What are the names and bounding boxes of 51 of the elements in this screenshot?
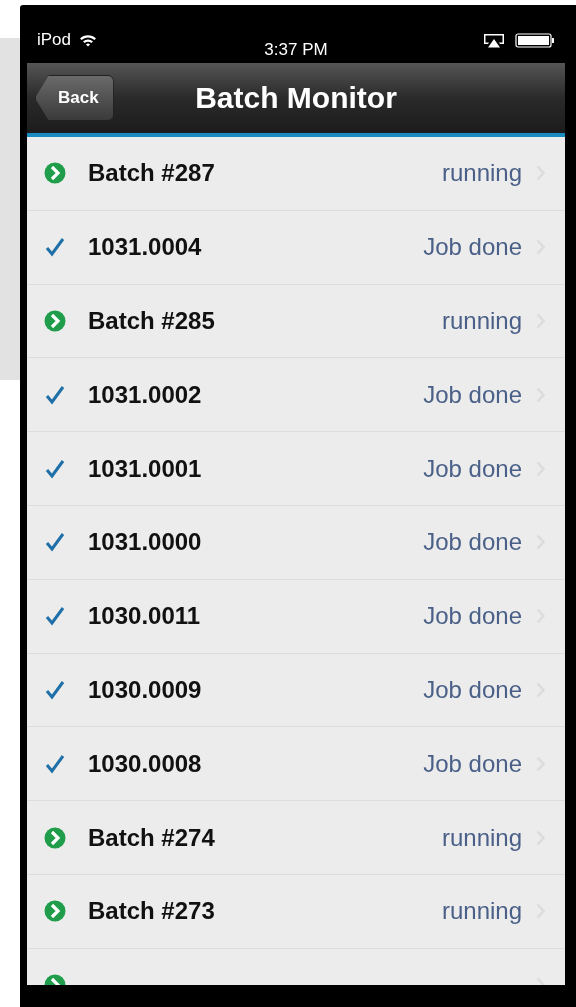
battery-icon bbox=[515, 32, 555, 48]
airplay-icon bbox=[483, 32, 505, 48]
batch-name: 1031.0000 bbox=[88, 528, 203, 557]
play-icon bbox=[44, 900, 66, 923]
status-label: running bbox=[441, 897, 522, 926]
status-label: Job done bbox=[423, 675, 522, 704]
batch-name: Batch #274 bbox=[88, 823, 216, 852]
batch-row[interactable]: 1031.0000 Job done bbox=[27, 506, 565, 580]
batch-row[interactable]: Batch #285 running bbox=[27, 284, 565, 359]
batch-row[interactable]: Batch #273 running bbox=[27, 874, 565, 949]
batch-name: 1030.0011 bbox=[88, 602, 202, 631]
batch-name: Batch #285 bbox=[88, 307, 216, 335]
batch-row[interactable]: 1031.0001 Job done bbox=[27, 432, 565, 506]
checkmark-icon bbox=[44, 752, 66, 775]
status-label: Job done bbox=[423, 454, 522, 483]
play-icon bbox=[44, 162, 66, 185]
checkmark-icon bbox=[44, 678, 66, 701]
status-label: Job done bbox=[423, 380, 522, 409]
batch-name: 1031.0002 bbox=[88, 380, 203, 409]
status-label: running bbox=[441, 823, 522, 852]
checkmark-icon bbox=[44, 383, 66, 406]
status-label: running bbox=[441, 307, 522, 335]
batch-row[interactable]: 1030.0011 Job done bbox=[27, 579, 565, 654]
batch-row[interactable]: 1031.0004 Job done bbox=[27, 210, 565, 285]
clock-label: 3:37 PM bbox=[263, 40, 329, 60]
batch-name: Batch #287 bbox=[88, 159, 216, 188]
batch-row[interactable]: Batch #274 running bbox=[27, 801, 565, 875]
status-label: Job done bbox=[423, 528, 522, 557]
batch-name: 1030.0009 bbox=[88, 675, 203, 704]
batch-name: 1030.0008 bbox=[88, 749, 203, 778]
batch-row[interactable]: 1030.0009 Job done bbox=[27, 653, 565, 728]
screen-title: Batch Monitor bbox=[194, 81, 398, 115]
batch-name: 1031.0001 bbox=[88, 454, 203, 483]
back-button[interactable]: Back bbox=[35, 75, 114, 121]
status-label: running bbox=[441, 159, 522, 188]
batch-name: Batch #273 bbox=[88, 897, 216, 926]
play-icon bbox=[44, 310, 66, 332]
wifi-icon bbox=[79, 33, 98, 47]
checkmark-icon bbox=[44, 457, 66, 480]
play-icon bbox=[44, 826, 66, 849]
checkmark-icon bbox=[44, 531, 66, 554]
carrier-label: iPod bbox=[37, 30, 72, 50]
status-label: Job done bbox=[423, 233, 522, 262]
batch-row[interactable]: 1031.0002 Job done bbox=[27, 358, 565, 433]
checkmark-icon bbox=[44, 605, 66, 628]
batch-name: 1031.0004 bbox=[88, 233, 203, 262]
checkmark-icon bbox=[44, 236, 66, 259]
batch-row[interactable]: Batch #287 running bbox=[27, 137, 565, 211]
status-label: Job done bbox=[423, 749, 522, 778]
status-label: Job done bbox=[423, 602, 522, 631]
batch-row[interactable]: 1030.0008 Job done bbox=[27, 727, 565, 802]
